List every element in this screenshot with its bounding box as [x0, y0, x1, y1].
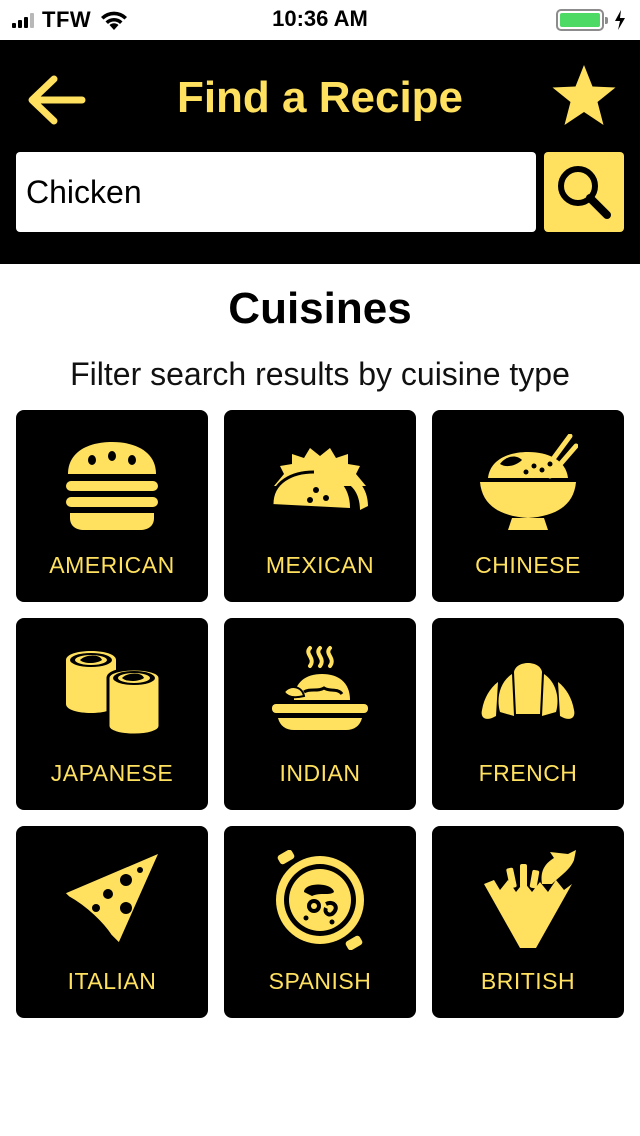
- sushi-icon: [66, 651, 162, 737]
- cuisine-label: MEXICAN: [265, 552, 375, 578]
- cuisine-tile-italian[interactable]: ITALIAN: [16, 826, 208, 1018]
- curry-icon: [272, 646, 368, 730]
- fish-and-chips-icon: [484, 850, 576, 948]
- croissant-icon: [481, 663, 575, 719]
- pizza-icon: [62, 854, 158, 946]
- status-right: [556, 8, 626, 32]
- battery-icon: [556, 9, 608, 31]
- cuisine-label: BRITISH: [480, 968, 576, 994]
- cuisine-label: CHINESE: [475, 552, 581, 578]
- section-title: Cuisines: [228, 284, 412, 333]
- cuisine-label: AMERICAN: [49, 552, 175, 578]
- cuisine-label: SPANISH: [268, 968, 372, 994]
- paella-icon: [276, 850, 364, 950]
- cuisine-label: INDIAN: [279, 760, 361, 786]
- cuisine-tile-british[interactable]: BRITISH: [432, 826, 624, 1018]
- section-subtitle: Filter search results by cuisine type: [70, 356, 570, 392]
- star-icon: [552, 65, 616, 125]
- charging-icon: [615, 10, 625, 30]
- cuisine-tile-spanish[interactable]: SPANISH: [224, 826, 416, 1018]
- status-time: 10:36 AM: [272, 6, 368, 31]
- cuisine-tile-mexican[interactable]: MEXICAN: [224, 410, 416, 602]
- status-bar: TFW 10:36 AM: [0, 0, 640, 40]
- battery-level: [560, 13, 600, 27]
- favorites-button[interactable]: [548, 60, 620, 132]
- cuisine-label: JAPANESE: [50, 760, 174, 786]
- back-button[interactable]: [24, 68, 88, 132]
- cuisine-tile-indian[interactable]: INDIAN: [224, 618, 416, 810]
- search-input[interactable]: [16, 152, 536, 232]
- cuisine-label: ITALIAN: [67, 968, 157, 994]
- search-icon: [558, 166, 611, 219]
- cuisine-tile-japanese[interactable]: JAPANESE: [16, 618, 208, 810]
- burger-icon: [66, 442, 158, 530]
- search-button[interactable]: [544, 152, 624, 232]
- taco-icon: [270, 448, 368, 510]
- cuisine-tile-french[interactable]: FRENCH: [432, 618, 624, 810]
- rice-bowl-icon: [480, 434, 578, 530]
- arrow-left-icon: [28, 75, 86, 125]
- app-header: Find a Recipe: [0, 40, 640, 264]
- page-title: Find a Recipe: [176, 73, 464, 122]
- cuisine-label: FRENCH: [478, 760, 578, 786]
- cuisine-tile-chinese[interactable]: CHINESE: [432, 410, 624, 602]
- cuisine-grid: AMERICAN MEXICAN CHINESE JAPANESE INDIAN…: [16, 410, 624, 1018]
- cuisine-tile-american[interactable]: AMERICAN: [16, 410, 208, 602]
